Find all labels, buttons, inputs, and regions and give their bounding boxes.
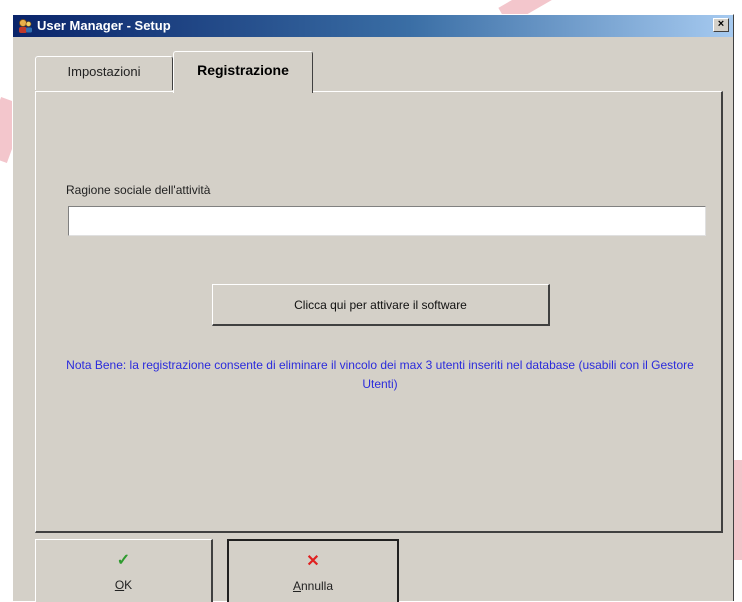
window-title: User Manager - Setup xyxy=(37,18,171,33)
ok-label: OK xyxy=(114,578,133,592)
tab-registrazione[interactable]: Registrazione xyxy=(173,51,313,93)
title-bar[interactable]: User Manager - Setup × xyxy=(13,15,733,37)
user-manager-icon xyxy=(19,19,32,33)
business-name-input[interactable] xyxy=(68,206,706,236)
tab-impostazioni[interactable]: Impostazioni xyxy=(35,56,173,90)
ok-button[interactable]: ✓ OK xyxy=(35,539,213,602)
cancel-button[interactable]: ✕ Annulla xyxy=(227,539,399,602)
registration-panel: Ragione sociale dell'attività Clicca qui… xyxy=(35,91,723,533)
registration-note: Nota Bene: la registrazione consente di … xyxy=(66,358,694,391)
close-button[interactable]: × xyxy=(713,18,729,32)
cross-icon: ✕ xyxy=(306,553,320,570)
cancel-label: Annulla xyxy=(292,579,334,593)
business-name-label: Ragione sociale dell'attività xyxy=(66,183,211,197)
setup-dialog: User Manager - Setup × Impostazioni Regi… xyxy=(12,14,734,602)
check-icon: ✓ xyxy=(116,552,131,569)
activate-software-button[interactable]: Clicca qui per attivare il software xyxy=(212,284,550,326)
